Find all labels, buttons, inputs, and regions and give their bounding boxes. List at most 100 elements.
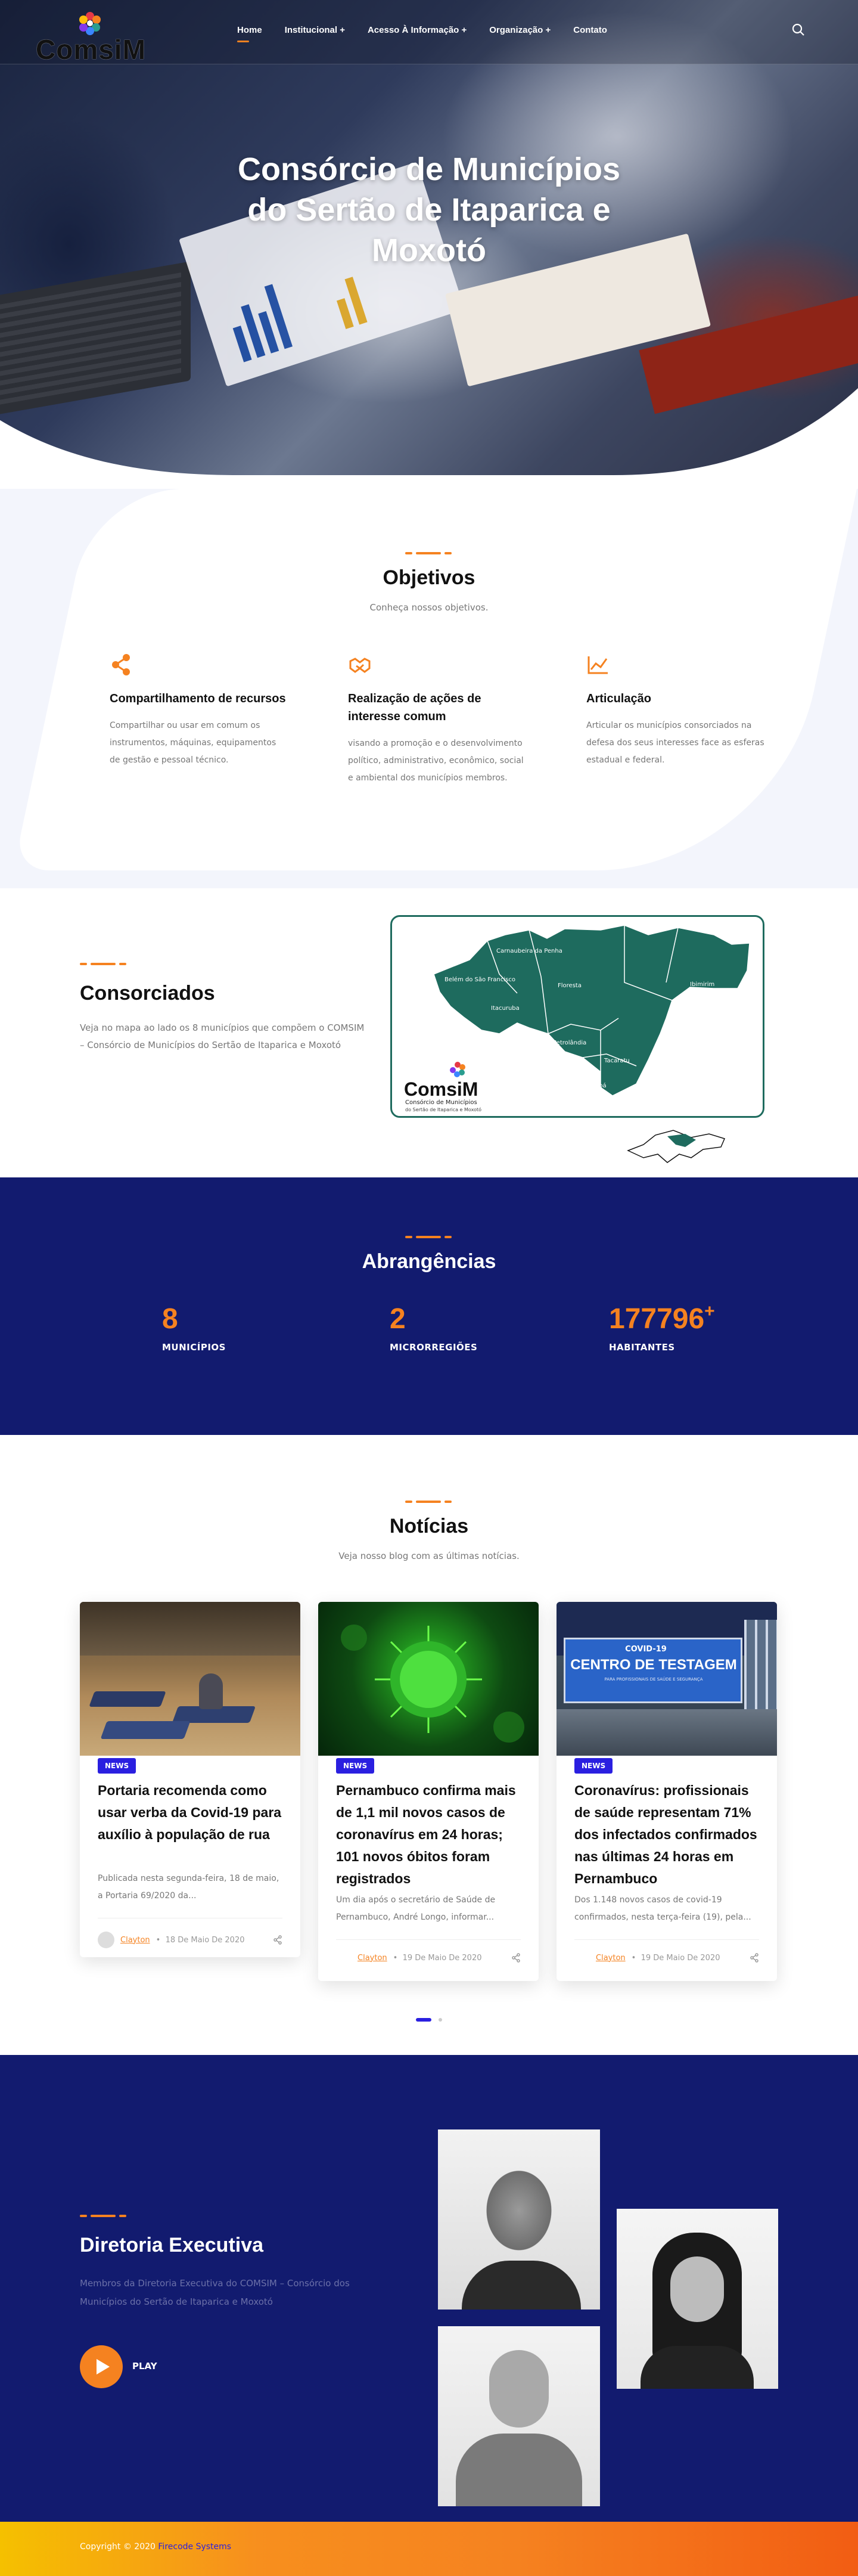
news-card[interactable]: COVID-19 CENTRO DE TESTAGEM PARA PROFISS… xyxy=(557,1602,777,1981)
stat-label: MICRORREGIÕES xyxy=(390,1342,478,1353)
objetivo-text: Articular os municípios consorciados na … xyxy=(586,721,764,765)
sign-top: COVID-19 xyxy=(625,1645,667,1654)
play-label[interactable]: PLAY xyxy=(132,2361,157,2372)
share-icon xyxy=(112,654,130,675)
stat-value: 8 xyxy=(162,1303,178,1335)
objetivo-title: Articulação xyxy=(586,692,651,705)
stat-municipios: 8 MUNICÍPIOS xyxy=(162,1303,226,1353)
map-label-petrolandia: Petrolândia xyxy=(553,1039,586,1046)
objetivo-title: Compartilhamento de recursos xyxy=(110,692,286,705)
nav-acesso-informacao[interactable]: Acesso À Informação + xyxy=(368,25,467,35)
svg-text:do Sertão de Itaparica e Moxot: do Sertão de Itaparica e Moxotó xyxy=(405,1106,481,1112)
main-nav: Home Institucional + Acesso À Informação… xyxy=(237,25,630,42)
news-card[interactable]: NEWS Pernambuco confirma mais de 1,1 mil… xyxy=(318,1602,539,1981)
svg-text:Consórcio de Municípios: Consórcio de Municípios xyxy=(405,1099,477,1106)
hero-bottom-wave xyxy=(0,388,858,489)
nav-contato[interactable]: Contato xyxy=(573,25,607,35)
map-logo: ComsiM Consórcio de Municípios do Sertão… xyxy=(404,1062,481,1112)
hero-section: ComsiM Home Institucional + Acesso À Inf… xyxy=(0,0,858,489)
diretoria-title: Diretoria Executiva xyxy=(80,2234,264,2256)
hero-title-line: do Sertão de Itaparica e xyxy=(247,192,611,228)
carousel-dot-active[interactable] xyxy=(416,2017,432,2022)
play-button[interactable] xyxy=(80,2345,123,2388)
abrangencias-section: Abrangências 8 MUNICÍPIOS 2 MICRORREGIÕE… xyxy=(0,1177,858,1435)
director-photo xyxy=(438,2129,600,2310)
director-photo xyxy=(438,2326,600,2506)
news-excerpt: Dos 1.148 novos casos de covid-19 confir… xyxy=(574,1895,751,1922)
noticias-section: Notícias Veja nosso blog com as últimas … xyxy=(0,1435,858,2055)
map-label-ibimirim: Ibimirim xyxy=(690,981,714,988)
director-photo xyxy=(617,2209,778,2389)
diretoria-section: Diretoria Executiva Membros da Diretoria… xyxy=(0,2055,858,2522)
section-divider xyxy=(405,1501,453,1503)
svg-text:ComsiM: ComsiM xyxy=(404,1078,478,1100)
news-excerpt: Publicada nesta segunda-feira, 18 de mai… xyxy=(98,1874,279,1901)
section-divider xyxy=(80,2215,128,2217)
map-label-itacuruba: Itacuruba xyxy=(491,1005,520,1012)
objetivo-card: Realização de ações de interesse comum v… xyxy=(348,653,527,787)
noticias-subtitle: Veja nosso blog com as últimas notícias. xyxy=(338,1551,520,1561)
news-author[interactable]: Clayton xyxy=(120,1936,150,1945)
stat-label: HABITANTES xyxy=(609,1342,675,1353)
objetivos-section: Objetivos Conheça nossos objetivos. Comp… xyxy=(0,489,858,888)
news-title[interactable]: Portaria recomenda como usar verba da Co… xyxy=(98,1780,285,1846)
news-meta: Clayton • 19 De Maio De 2020 xyxy=(336,1939,521,1963)
consorciados-title: Consorciados xyxy=(80,982,215,1005)
stat-microrregioes: 2 MICRORREGIÕES xyxy=(390,1303,477,1353)
diretoria-text: Membros da Diretoria Executiva do COMSIM… xyxy=(80,2278,350,2307)
search-icon[interactable] xyxy=(791,23,806,37)
author-avatar xyxy=(98,1932,114,1948)
share-icon[interactable] xyxy=(511,1953,521,1963)
news-date-text: 18 De Maio De 2020 xyxy=(165,1935,245,1945)
news-image-virus[interactable] xyxy=(318,1602,539,1756)
state-outline-map xyxy=(627,1130,726,1163)
stat-value: 177796 xyxy=(609,1303,705,1335)
objetivos-subtitle: Conheça nossos objetivos. xyxy=(369,602,489,613)
hero-title-line: Consórcio de Municípios xyxy=(237,151,621,187)
news-badge[interactable]: NEWS xyxy=(336,1758,375,1774)
nav-home[interactable]: Home xyxy=(237,25,262,42)
hero-title: Consórcio de Municípios do Sertão de Ita… xyxy=(0,149,858,271)
nav-organizacao[interactable]: Organização + xyxy=(489,25,551,35)
hero-title-line: Moxotó xyxy=(372,233,486,268)
copyright-text: Copyright © 2020 xyxy=(80,2542,158,2552)
chart-icon xyxy=(587,656,608,674)
share-icon[interactable] xyxy=(273,1935,282,1945)
news-card[interactable]: NEWS Portaria recomenda como usar verba … xyxy=(80,1602,300,1957)
news-badge[interactable]: NEWS xyxy=(98,1758,136,1774)
map-label-tacaratu: Tacaratu xyxy=(604,1058,630,1064)
news-date: • 19 De Maio De 2020 xyxy=(631,1953,720,1963)
abrangencias-title: Abrangências xyxy=(362,1250,496,1273)
map-label-floresta: Floresta xyxy=(558,982,582,989)
nav-institucional[interactable]: Institucional + xyxy=(285,25,345,35)
copyright: Copyright © 2020 Firecode Systems xyxy=(80,2542,231,2552)
news-badge[interactable]: NEWS xyxy=(574,1758,613,1774)
sign-sub: PARA PROFISSIONAIS DE SAÚDE E SEGURANÇA xyxy=(604,1677,703,1682)
site-footer: Copyright © 2020 Firecode Systems xyxy=(0,2522,858,2576)
news-meta: Clayton • 18 De Maio De 2020 xyxy=(98,1918,282,1948)
stat-label: MUNICÍPIOS xyxy=(162,1342,226,1353)
news-date-text: 19 De Maio De 2020 xyxy=(641,1953,720,1963)
news-image-testing-center[interactable]: COVID-19 CENTRO DE TESTAGEM PARA PROFISS… xyxy=(557,1602,777,1756)
objetivo-text: visando a promoção e o desenvolvimento p… xyxy=(348,739,524,783)
sign-main: CENTRO DE TESTAGEM xyxy=(570,1657,737,1673)
news-meta: Clayton • 19 De Maio De 2020 xyxy=(574,1939,759,1963)
news-date-text: 19 De Maio De 2020 xyxy=(402,1953,482,1963)
municipios-map: Carnaubeira da Penha Belém do São Franci… xyxy=(390,915,764,1118)
objetivos-title: Objetivos xyxy=(383,566,475,589)
carousel-dot[interactable] xyxy=(438,2017,442,2022)
logo-text: ComsiM xyxy=(36,34,146,65)
footer-company-link[interactable]: Firecode Systems xyxy=(158,2542,231,2552)
news-author[interactable]: Clayton xyxy=(596,1954,626,1963)
site-logo[interactable]: ComsiM xyxy=(36,7,149,65)
stat-suffix: + xyxy=(704,1301,715,1321)
section-divider xyxy=(80,963,128,965)
news-title[interactable]: Coronavírus: profissionais de saúde repr… xyxy=(574,1780,762,1890)
news-title[interactable]: Pernambuco confirma mais de 1,1 mil novo… xyxy=(336,1780,524,1890)
news-image-shelter[interactable] xyxy=(80,1602,300,1756)
share-icon[interactable] xyxy=(750,1953,759,1963)
consorciados-text: Veja no mapa ao lado os 8 municípios que… xyxy=(80,1022,365,1050)
news-author[interactable]: Clayton xyxy=(358,1954,387,1963)
section-divider xyxy=(405,1236,453,1238)
site-header: ComsiM Home Institucional + Acesso À Inf… xyxy=(0,0,858,65)
